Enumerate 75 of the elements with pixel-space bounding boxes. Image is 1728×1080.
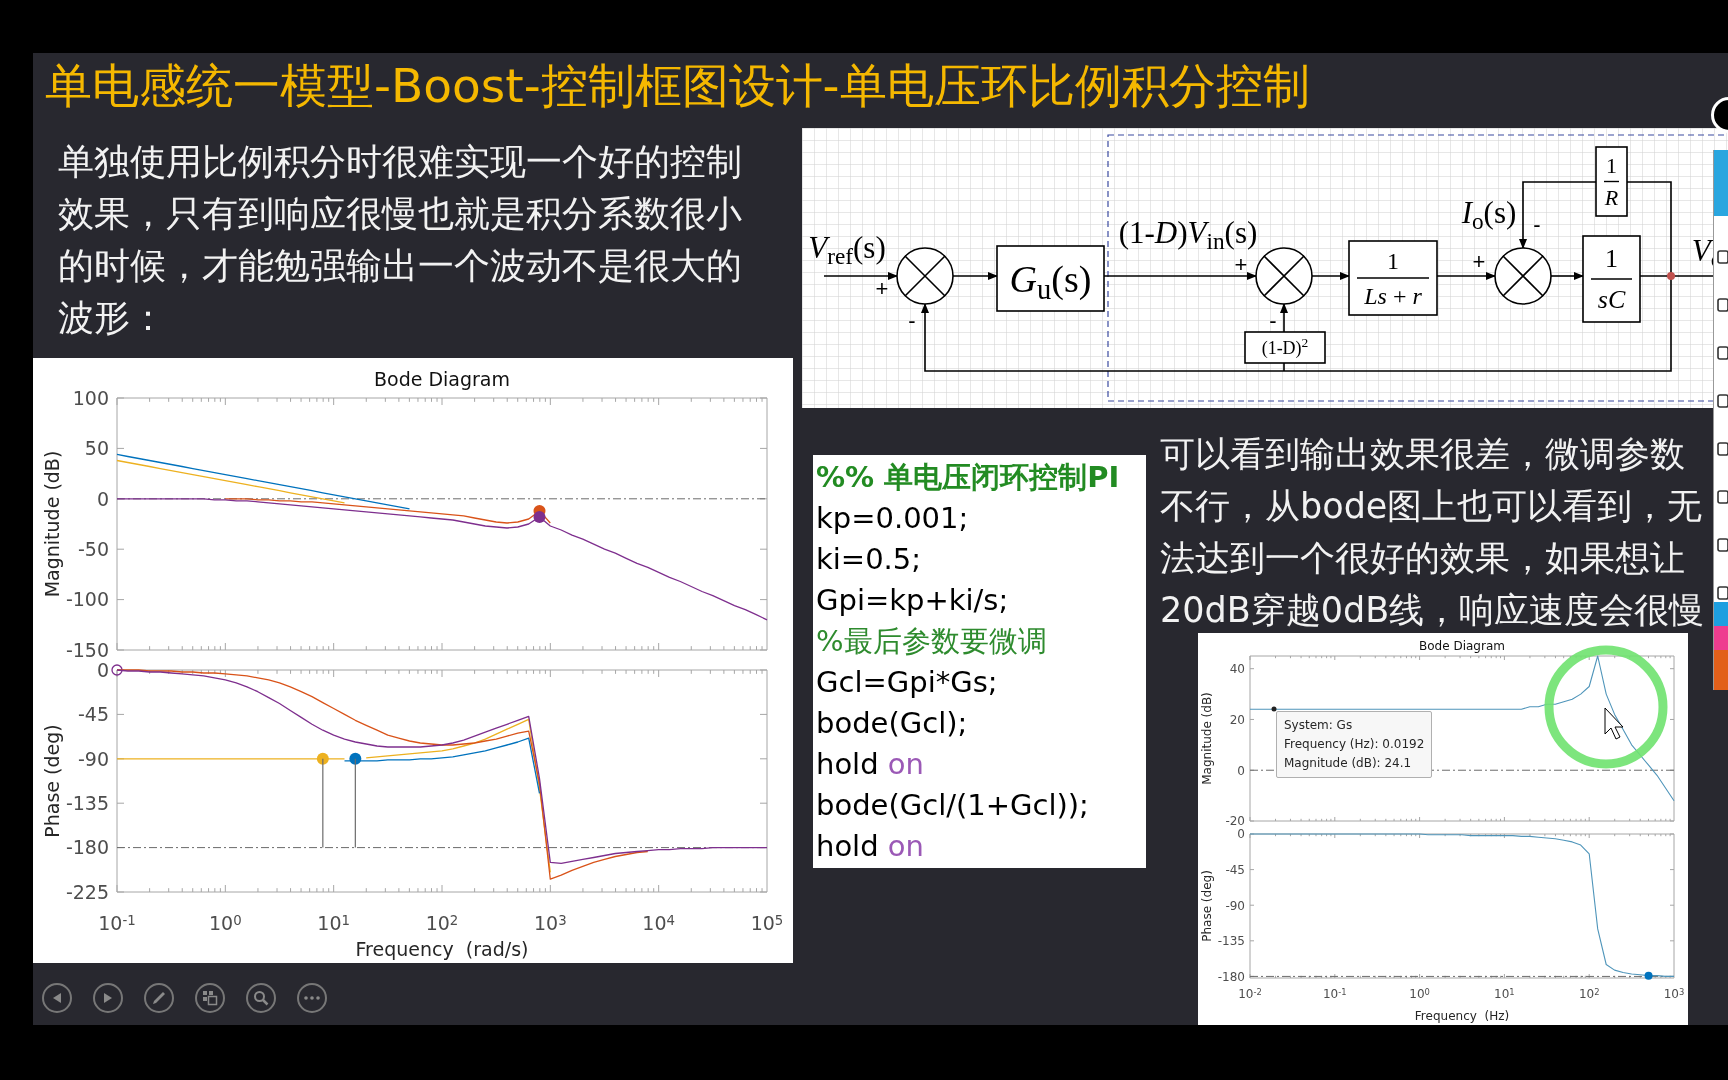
sign-label: - <box>1269 310 1277 332</box>
datatip-text: System: Gs <box>1284 717 1354 734</box>
code-line: kp=0.001; <box>816 500 970 537</box>
axis-title: Frequency (rad/s) <box>355 938 529 960</box>
denominator-text: R <box>1604 187 1619 210</box>
numerator-text: 1 <box>1606 154 1617 177</box>
code-line: Gpi=kp+ki/s; <box>816 582 1010 619</box>
tick-label: -135 <box>1217 934 1245 949</box>
tick-label: -135 <box>65 792 109 815</box>
slide-title: 单电感统一模型-Boost-控制框图设计-单电压环比例积分控制 <box>45 57 1310 115</box>
denominator-text: sC <box>1597 286 1626 313</box>
axis-title: Frequency (Hz) <box>1414 1009 1510 1023</box>
numerator-text: 1 <box>1605 246 1618 273</box>
tick-label: -45 <box>77 703 109 726</box>
tick-label: 0 <box>96 487 109 510</box>
tick-label: 50 <box>84 437 109 460</box>
tick-label: 0 <box>1237 827 1245 842</box>
tick-label: 40 <box>1229 662 1245 676</box>
tick-label: -50 <box>77 538 109 561</box>
tick-label: 10$^{2}$ <box>1578 986 1600 1001</box>
tick-label: -90 <box>77 747 109 770</box>
tick-label: -45 <box>1225 862 1245 877</box>
datatip-text: Magnitude (dB): 24.1 <box>1284 755 1413 772</box>
tick-label: 10$^{1}$ <box>1494 986 1515 1001</box>
tick-label: -100 <box>65 588 109 611</box>
code-line: %% 单电压闭环控制PI <box>816 459 1121 496</box>
signal-label: (1-D)V$_{in}$(s) <box>1118 216 1258 248</box>
tick-label: -225 <box>65 880 109 903</box>
code-line: hold on <box>816 746 925 783</box>
tick-label: -180 <box>65 836 109 859</box>
signal-label: I$_{o}$(s) <box>1461 196 1517 228</box>
tick-label: -20 <box>1225 814 1245 829</box>
code-line: ki=0.5; <box>816 541 923 578</box>
tick-label: 10$^{-2}$ <box>1238 986 1262 1001</box>
tick-label: 10$^{2}$ <box>425 912 459 934</box>
axis-title: Magnitude (dB) <box>1200 692 1214 785</box>
tick-label: 0 <box>1237 763 1245 778</box>
tick-label: 10$^{-1}$ <box>98 912 136 934</box>
tick-label: -180 <box>1217 969 1245 984</box>
intro-paragraph: 单独使用比例积分时很难实现一个好的控制效果，只有到响应很慢也就是积分系数很小的时候，才能勉强输出一个波动不是很大的波形： <box>58 140 743 340</box>
block-label: G$_{u}$(s) <box>1009 259 1092 298</box>
tick-label: 10$^{3}$ <box>1663 986 1685 1001</box>
sign-label: - <box>908 310 916 332</box>
tick-label: 20 <box>1229 712 1245 727</box>
block-label: (1-D)$^{2}$ <box>1261 338 1309 357</box>
tick-label: -90 <box>1225 898 1245 913</box>
numerator-text: 1 <box>1387 248 1399 273</box>
sign-label: + <box>1234 254 1248 276</box>
code-line: %最后参数要微调 <box>816 623 1048 660</box>
tick-label: 10$^{0}$ <box>209 912 242 934</box>
tick-label: 10$^{5}$ <box>750 912 784 934</box>
sign-label: + <box>1472 251 1486 273</box>
notes-paragraph: 可以看到输出效果很差，微调参数 不行，从bode图上也可以看到，无 法达到一个很好的效果，如果想让 20dB穿越0dB线，响应速度会很慢 <box>1160 433 1705 632</box>
code-line: Gcl=Gpi*Gs; <box>816 664 999 701</box>
chart-title: Bode Diagram <box>1419 639 1505 653</box>
code-line: bode(Gcl/(1+Gcl)); <box>816 787 1090 824</box>
tick-label: 10$^{3}$ <box>534 912 567 934</box>
tick-label: -150 <box>65 638 109 661</box>
tick-label: 10$^{4}$ <box>642 912 675 934</box>
signal-label: V$_{ref}$(s) <box>808 231 886 263</box>
code-line: hold on <box>816 828 925 865</box>
tick-label: 10$^{0}$ <box>1409 986 1430 1001</box>
axis-title: Phase (deg) <box>1200 870 1214 942</box>
axis-title: Phase (deg) <box>41 724 63 838</box>
denominator-text: Ls + r <box>1364 283 1422 308</box>
code-line: bode(Gcl); <box>816 705 969 742</box>
datatip-text: Frequency (Hz): 0.0192 <box>1284 736 1424 753</box>
tick-label: 10$^{-1}$ <box>1323 986 1347 1001</box>
tick-label: 10$^{1}$ <box>317 912 350 934</box>
tick-label: 0 <box>96 658 109 681</box>
chart-title: Bode Diagram <box>374 368 510 390</box>
tick-label: 100 <box>72 386 109 409</box>
sign-label: + <box>875 278 889 300</box>
axis-title: Magnitude (dB) <box>41 450 63 598</box>
sign-label: - <box>1533 214 1541 236</box>
